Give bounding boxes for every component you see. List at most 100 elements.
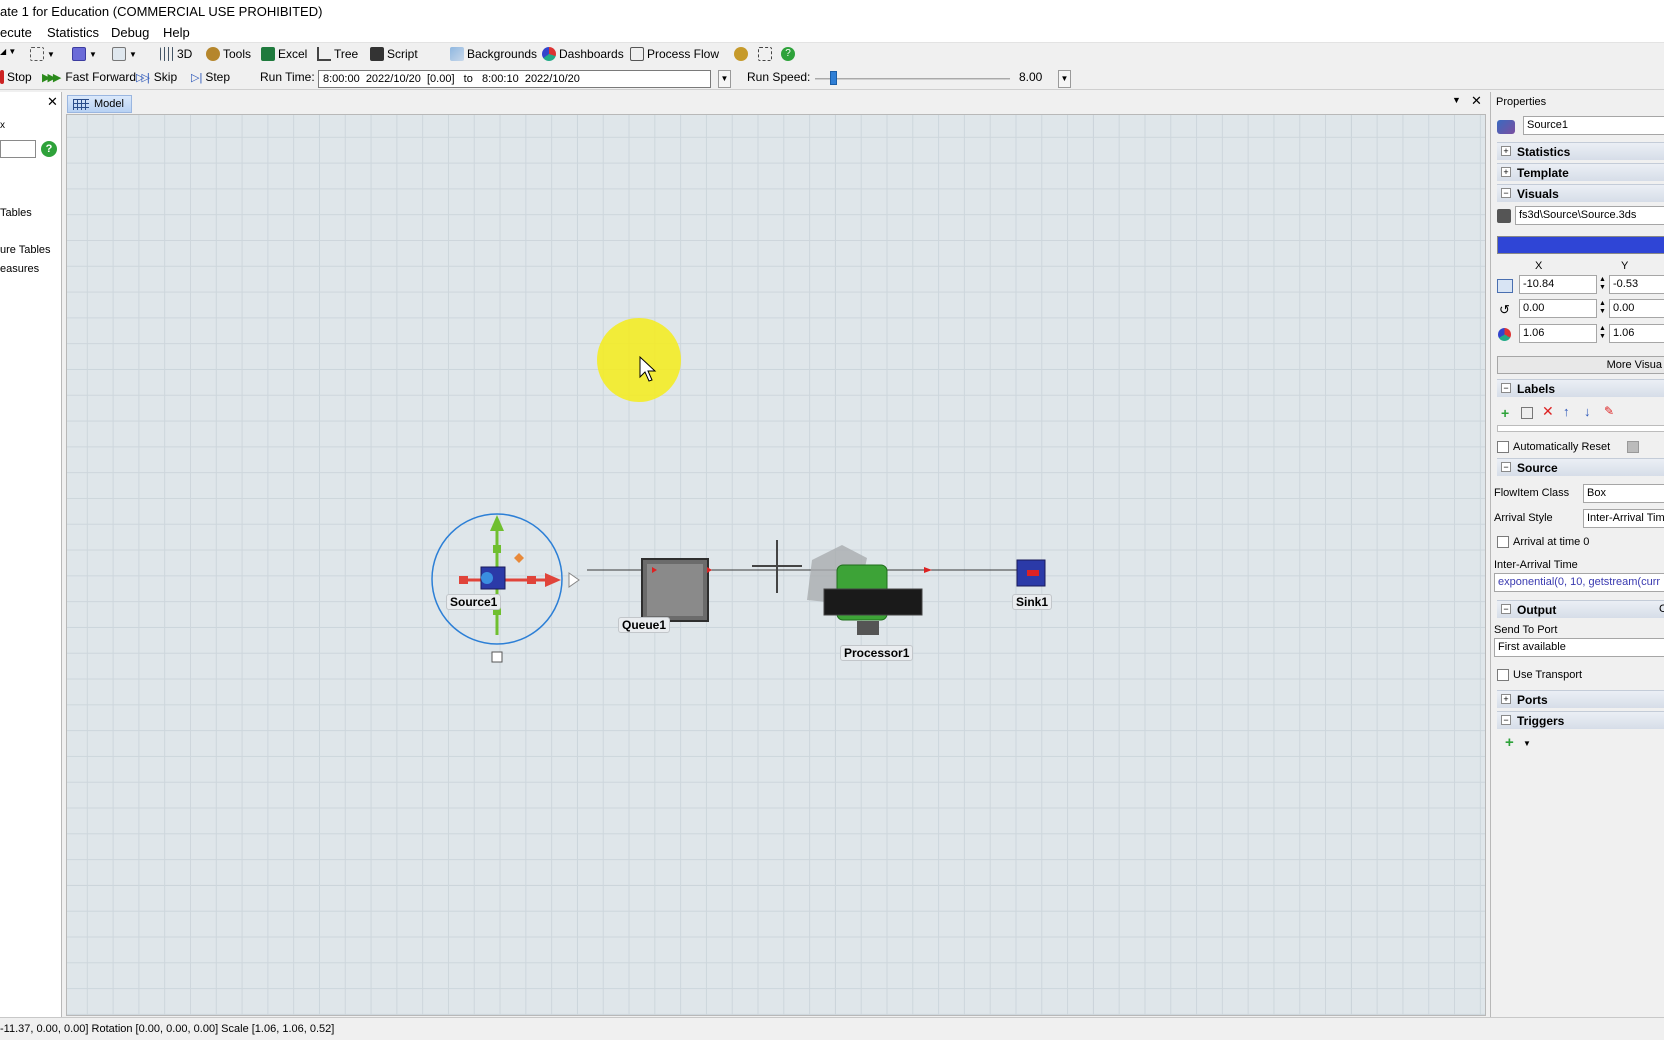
edit-mode-dropdown[interactable]: ◢ ▼ bbox=[0, 47, 16, 56]
more-visuals-button[interactable]: More Visua bbox=[1497, 356, 1664, 374]
duplicate-label-icon[interactable] bbox=[1521, 407, 1533, 419]
3d-button[interactable]: 3D bbox=[160, 47, 192, 61]
view-dropdown[interactable]: ▼ bbox=[112, 47, 137, 61]
source1-label[interactable]: Source1 bbox=[446, 594, 502, 610]
menu-help[interactable]: Help bbox=[163, 25, 190, 40]
run-time-dropdown[interactable]: ▼ bbox=[718, 70, 731, 88]
inter-arrival-field[interactable]: exponential(0, 10, getstream(curr bbox=[1494, 573, 1664, 592]
add-trigger-dropdown[interactable]: ▼ bbox=[1523, 739, 1531, 748]
arrival-style-select[interactable]: Inter-Arrival Tim bbox=[1583, 509, 1664, 528]
collapse-icon[interactable]: − bbox=[1501, 188, 1511, 198]
color-dropdown[interactable]: ▼ bbox=[72, 47, 97, 61]
library-item[interactable]: easures bbox=[0, 263, 39, 275]
model-canvas[interactable]: Source1 Queue1 Processor1 Sink1 bbox=[66, 114, 1486, 1016]
object-name-field[interactable]: Source1 bbox=[1523, 116, 1664, 135]
dashboards-button[interactable]: Dashboards bbox=[542, 47, 624, 61]
arrival-at-time0-checkbox[interactable] bbox=[1497, 536, 1509, 548]
settings-button[interactable] bbox=[734, 47, 748, 61]
save-icon[interactable] bbox=[1627, 441, 1639, 453]
scale-x-input[interactable]: 1.06 bbox=[1519, 324, 1597, 343]
step-button[interactable]: ▷| Step bbox=[191, 70, 230, 84]
expand-icon[interactable]: + bbox=[1501, 694, 1511, 704]
script-button[interactable]: Script bbox=[370, 47, 418, 61]
section-ports[interactable]: + Ports bbox=[1497, 690, 1664, 708]
library-item[interactable]: ure Tables bbox=[0, 244, 51, 256]
section-output[interactable]: −Output Co bbox=[1497, 600, 1664, 618]
tools-button[interactable]: Tools bbox=[206, 47, 251, 61]
position-x-input[interactable]: -10.84 bbox=[1519, 275, 1597, 294]
section-triggers[interactable]: − Triggers bbox=[1497, 711, 1664, 729]
scale-handle-y[interactable] bbox=[493, 545, 501, 553]
add-trigger-icon[interactable]: + bbox=[1505, 734, 1514, 751]
z-handle[interactable] bbox=[491, 651, 503, 663]
collapse-icon[interactable]: − bbox=[1501, 604, 1511, 614]
skip-button[interactable]: ▷▷| Skip bbox=[136, 70, 177, 84]
sink1-label[interactable]: Sink1 bbox=[1012, 594, 1053, 610]
help-icon[interactable]: ? bbox=[41, 141, 57, 157]
run-time-field[interactable]: 8:00:00 2022/10/20 [0.00] to 8:00:10 202… bbox=[318, 70, 711, 88]
color-swatch[interactable] bbox=[1497, 236, 1664, 254]
delete-label-icon[interactable]: ✕ bbox=[1542, 403, 1554, 420]
connect-mode-dropdown[interactable]: ▼ bbox=[30, 47, 55, 61]
tree-button[interactable]: Tree bbox=[317, 47, 358, 61]
library-item[interactable]: Tables bbox=[0, 207, 32, 219]
use-transport-checkbox[interactable] bbox=[1497, 669, 1509, 681]
section-visuals[interactable]: − Visuals bbox=[1497, 184, 1664, 202]
help-button[interactable]: ? bbox=[781, 47, 795, 61]
rotation-y-input[interactable]: 0.00 bbox=[1609, 299, 1664, 318]
scale-handle-x[interactable] bbox=[459, 576, 468, 584]
tab-model[interactable]: Model bbox=[67, 95, 132, 113]
send-to-port-field[interactable]: First available bbox=[1494, 638, 1664, 657]
section-source[interactable]: − Source bbox=[1497, 458, 1664, 476]
add-label-icon[interactable]: + bbox=[1501, 405, 1509, 421]
model-view[interactable] bbox=[67, 115, 1487, 1017]
run-speed-slider[interactable] bbox=[815, 78, 1010, 80]
collapse-icon[interactable]: − bbox=[1501, 383, 1511, 393]
run-speed-slider-thumb[interactable] bbox=[829, 71, 837, 85]
tab-list-dropdown[interactable]: ▼ bbox=[1452, 95, 1461, 105]
flowitem-class-select[interactable]: Box bbox=[1583, 484, 1664, 503]
process-flow-button[interactable]: Process Flow bbox=[630, 47, 719, 61]
labels-table[interactable] bbox=[1497, 425, 1664, 432]
rotation-x-input[interactable]: 0.00 bbox=[1519, 299, 1597, 318]
rotate-handle[interactable] bbox=[514, 553, 524, 563]
expand-icon[interactable]: + bbox=[1501, 146, 1511, 156]
stop-button[interactable]: Stop bbox=[0, 70, 32, 84]
backgrounds-icon bbox=[450, 47, 464, 61]
auto-reset-checkbox[interactable] bbox=[1497, 441, 1509, 453]
menu-execute[interactable]: ecute bbox=[0, 25, 32, 40]
menu-statistics[interactable]: Statistics bbox=[47, 25, 99, 40]
spinner-icon[interactable]: ▲ ▼ bbox=[1599, 300, 1606, 316]
close-tab-icon[interactable]: ✕ bbox=[1471, 93, 1482, 109]
position-y-input[interactable]: -0.53 bbox=[1609, 275, 1664, 294]
collapse-icon[interactable]: − bbox=[1501, 462, 1511, 472]
menu-debug[interactable]: Debug bbox=[111, 25, 149, 40]
section-template[interactable]: + Template bbox=[1497, 163, 1664, 181]
processor1-label[interactable]: Processor1 bbox=[840, 645, 914, 661]
shape-field[interactable]: fs3d\Source\Source.3ds bbox=[1515, 206, 1664, 225]
section-labels-label: Labels bbox=[1517, 382, 1556, 396]
run-time-label: Run Time: bbox=[260, 70, 315, 84]
move-down-icon[interactable]: ↓ bbox=[1584, 404, 1591, 419]
section-statistics[interactable]: + Statistics bbox=[1497, 142, 1664, 160]
library-search-input[interactable] bbox=[0, 140, 36, 158]
excel-button[interactable]: Excel bbox=[261, 47, 307, 61]
fast-forward-button[interactable]: ▶▶▶ Fast Forward bbox=[42, 70, 136, 84]
move-up-icon[interactable]: ↑ bbox=[1563, 404, 1570, 419]
move-arrow-x-icon[interactable] bbox=[545, 573, 561, 587]
spinner-icon[interactable]: ▲ ▼ bbox=[1599, 276, 1606, 292]
close-panel-icon[interactable]: ✕ bbox=[47, 94, 58, 110]
move-arrow-y-icon[interactable] bbox=[490, 515, 504, 531]
collapse-icon[interactable]: − bbox=[1501, 715, 1511, 725]
expand-icon[interactable]: + bbox=[1501, 167, 1511, 177]
backgrounds-button[interactable]: Backgrounds bbox=[450, 47, 537, 61]
spinner-icon[interactable]: ▲ ▼ bbox=[1599, 325, 1606, 341]
pin-icon[interactable]: ✎ bbox=[1604, 404, 1614, 418]
scale-y-input[interactable]: 1.06 bbox=[1609, 324, 1664, 343]
network-button[interactable] bbox=[758, 47, 772, 61]
section-labels[interactable]: − Labels bbox=[1497, 379, 1664, 397]
queue1-label[interactable]: Queue1 bbox=[618, 617, 671, 633]
panel-tab-fragment[interactable]: x bbox=[0, 120, 5, 131]
run-speed-dropdown[interactable]: ▼ bbox=[1058, 70, 1071, 88]
scale-handle-x[interactable] bbox=[527, 576, 536, 584]
